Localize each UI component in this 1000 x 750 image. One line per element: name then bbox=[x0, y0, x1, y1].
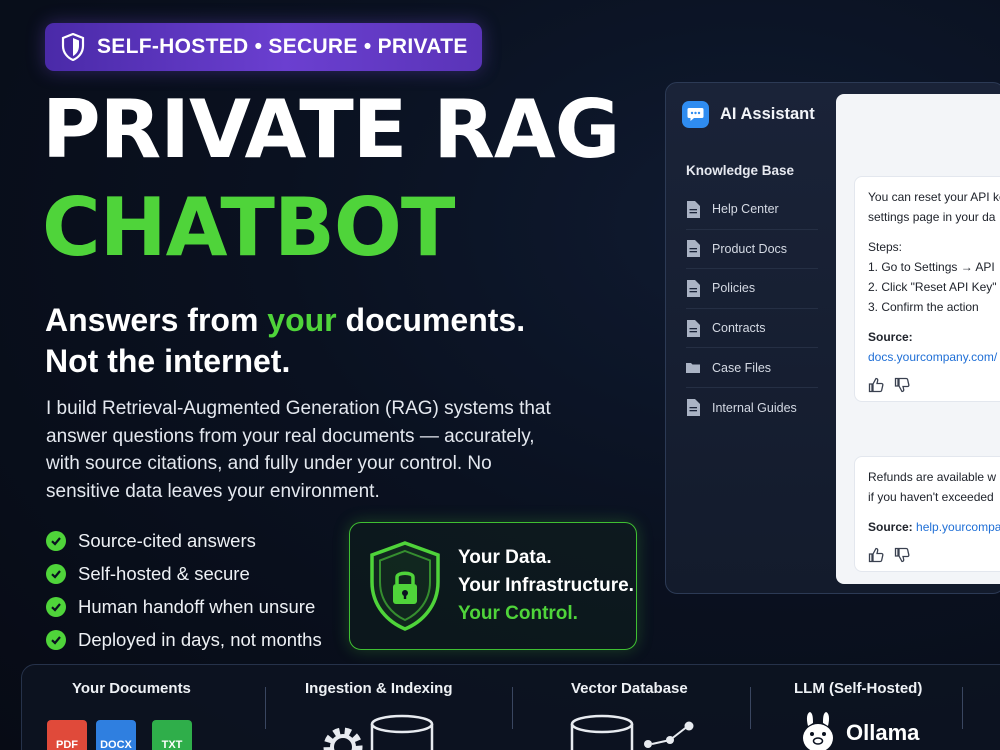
vector-nodes-icon bbox=[644, 721, 694, 748]
chat-header: AI Assistant bbox=[682, 101, 815, 128]
message-text: You can reset your API ke bbox=[868, 190, 1000, 204]
control-box: Your Data. Your Infrastructure. Your Con… bbox=[349, 522, 637, 650]
stage-vector-database: Vector Database bbox=[571, 680, 688, 697]
subheadline-highlight: your bbox=[267, 302, 337, 338]
docx-file-icon: DOCX bbox=[96, 720, 136, 750]
llm-name: Ollama bbox=[846, 720, 920, 745]
source-link[interactable]: docs.yourcompany.com/ bbox=[868, 347, 1000, 367]
shield-icon bbox=[61, 33, 85, 61]
steps-label: Steps: bbox=[868, 240, 903, 254]
source-label: Source: bbox=[868, 330, 913, 344]
stage-divider bbox=[265, 687, 266, 729]
kb-item-label: Contracts bbox=[712, 321, 766, 336]
source-label: Source: bbox=[868, 520, 913, 534]
feature-label: Source-cited answers bbox=[78, 529, 256, 551]
shield-lock-icon bbox=[370, 541, 440, 631]
flow-arrow: → bbox=[942, 738, 972, 750]
document-icon bbox=[687, 279, 700, 297]
document-icon bbox=[687, 200, 700, 218]
flow-arrow: → bbox=[491, 738, 521, 750]
gear-icon bbox=[323, 727, 363, 750]
stage-your-documents: Your Documents bbox=[72, 680, 191, 697]
thumbs-down-icon[interactable] bbox=[894, 377, 910, 393]
feature-label: Human handoff when unsure bbox=[78, 595, 316, 617]
top-badge: SELF-HOSTED • SECURE • PRIVATE bbox=[45, 23, 482, 71]
kb-list: Help Center Product Docs Policies Contra… bbox=[686, 190, 818, 428]
folder-icon bbox=[686, 363, 700, 374]
stage-divider bbox=[750, 687, 751, 729]
stage-divider bbox=[512, 687, 513, 729]
flow-arrow: → bbox=[730, 738, 760, 750]
message-text: Refunds are available w bbox=[868, 470, 997, 484]
stage-llm-self-hosted: LLM (Self-Hosted) bbox=[794, 680, 923, 697]
thumbs-down-icon[interactable] bbox=[894, 547, 910, 563]
vector-database-icon bbox=[570, 714, 634, 750]
kb-item-label: Product Docs bbox=[712, 241, 788, 256]
thumbs-up-icon[interactable] bbox=[868, 547, 884, 563]
chat-window: AI Assistant Knowledge Base Help Center … bbox=[665, 82, 1000, 594]
control-text: Your Data. Your Infrastructure. Your Con… bbox=[458, 544, 634, 628]
ollama-llama-icon bbox=[803, 712, 833, 750]
headline-line1: PRIVATE RAG bbox=[42, 83, 620, 176]
pdf-file-icon: PDF bbox=[47, 720, 87, 750]
document-icon bbox=[687, 319, 700, 337]
kb-item-case-files[interactable]: Case Files bbox=[686, 348, 818, 388]
feature-item: Self-hosted & secure bbox=[46, 557, 322, 590]
feature-label: Self-hosted & secure bbox=[78, 562, 250, 584]
kb-item-product-docs[interactable]: Product Docs bbox=[686, 230, 818, 270]
document-icon bbox=[687, 240, 700, 258]
feature-item: Source-cited answers bbox=[46, 524, 322, 557]
step-item: 1. Go to Settings → API bbox=[868, 260, 995, 274]
control-line-control: Your Control. bbox=[458, 603, 578, 624]
feedback-buttons bbox=[868, 377, 1000, 393]
step-item: 2. Click "Reset API Key" bbox=[868, 280, 997, 294]
assistant-message: You can reset your API ke settings page … bbox=[854, 176, 1000, 402]
subheadline-line1: Answers from your documents. bbox=[45, 302, 525, 339]
stage-ingestion-indexing: Ingestion & Indexing bbox=[305, 680, 453, 697]
headline-line2: CHATBOT bbox=[42, 181, 455, 274]
subheadline-suffix: documents. bbox=[336, 302, 526, 338]
kb-item-policies[interactable]: Policies bbox=[686, 269, 818, 309]
kb-item-label: Internal Guides bbox=[712, 400, 797, 415]
kb-heading: Knowledge Base bbox=[686, 163, 795, 178]
check-icon bbox=[46, 563, 66, 584]
subheadline-line2: Not the internet. bbox=[45, 343, 291, 379]
message-text: settings page in your da bbox=[868, 210, 996, 224]
kb-item-internal-guides[interactable]: Internal Guides bbox=[686, 388, 818, 428]
kb-item-label: Help Center bbox=[712, 202, 779, 217]
kb-item-contracts[interactable]: Contracts bbox=[686, 309, 818, 349]
stage-divider bbox=[962, 687, 963, 729]
assistant-message: Refunds are available w if you haven't e… bbox=[854, 456, 1000, 572]
step-item: 3. Confirm the action bbox=[868, 300, 979, 314]
check-icon bbox=[46, 596, 66, 617]
thumbs-up-icon[interactable] bbox=[868, 377, 884, 393]
chat-title: AI Assistant bbox=[720, 105, 815, 123]
source-link[interactable]: help.yourcompa bbox=[916, 520, 1000, 534]
source-row: Source: help.yourcompa bbox=[868, 517, 1000, 537]
chat-bubble-icon bbox=[682, 101, 709, 128]
kb-item-label: Policies bbox=[712, 281, 756, 296]
kb-item-label: Case Files bbox=[712, 360, 772, 375]
database-icon bbox=[370, 714, 434, 750]
chat-pane: You can reset your API ke settings page … bbox=[836, 94, 1000, 584]
control-line-infrastructure: Your Infrastructure. bbox=[458, 575, 634, 596]
description: I build Retrieval-Augmented Generation (… bbox=[46, 398, 551, 502]
feature-label: Deployed in days, not months bbox=[78, 628, 322, 650]
control-line-data: Your Data. bbox=[458, 547, 552, 568]
txt-file-icon: TXT bbox=[152, 720, 192, 750]
kb-item-help-center[interactable]: Help Center bbox=[686, 190, 818, 230]
subheadline-prefix: Answers from bbox=[45, 302, 268, 338]
feature-item: Human handoff when unsure bbox=[46, 590, 322, 623]
message-text: if you haven't exceeded bbox=[868, 490, 994, 504]
document-icon bbox=[687, 399, 700, 417]
check-icon bbox=[46, 629, 66, 650]
feedback-buttons bbox=[868, 547, 1000, 563]
flow-arrow: → bbox=[244, 738, 274, 750]
check-icon bbox=[46, 530, 66, 551]
feature-list: Source-cited answers Self-hosted & secur… bbox=[46, 524, 322, 656]
badge-text: SELF-HOSTED • SECURE • PRIVATE bbox=[97, 35, 468, 58]
feature-item: Deployed in days, not months bbox=[46, 623, 322, 656]
